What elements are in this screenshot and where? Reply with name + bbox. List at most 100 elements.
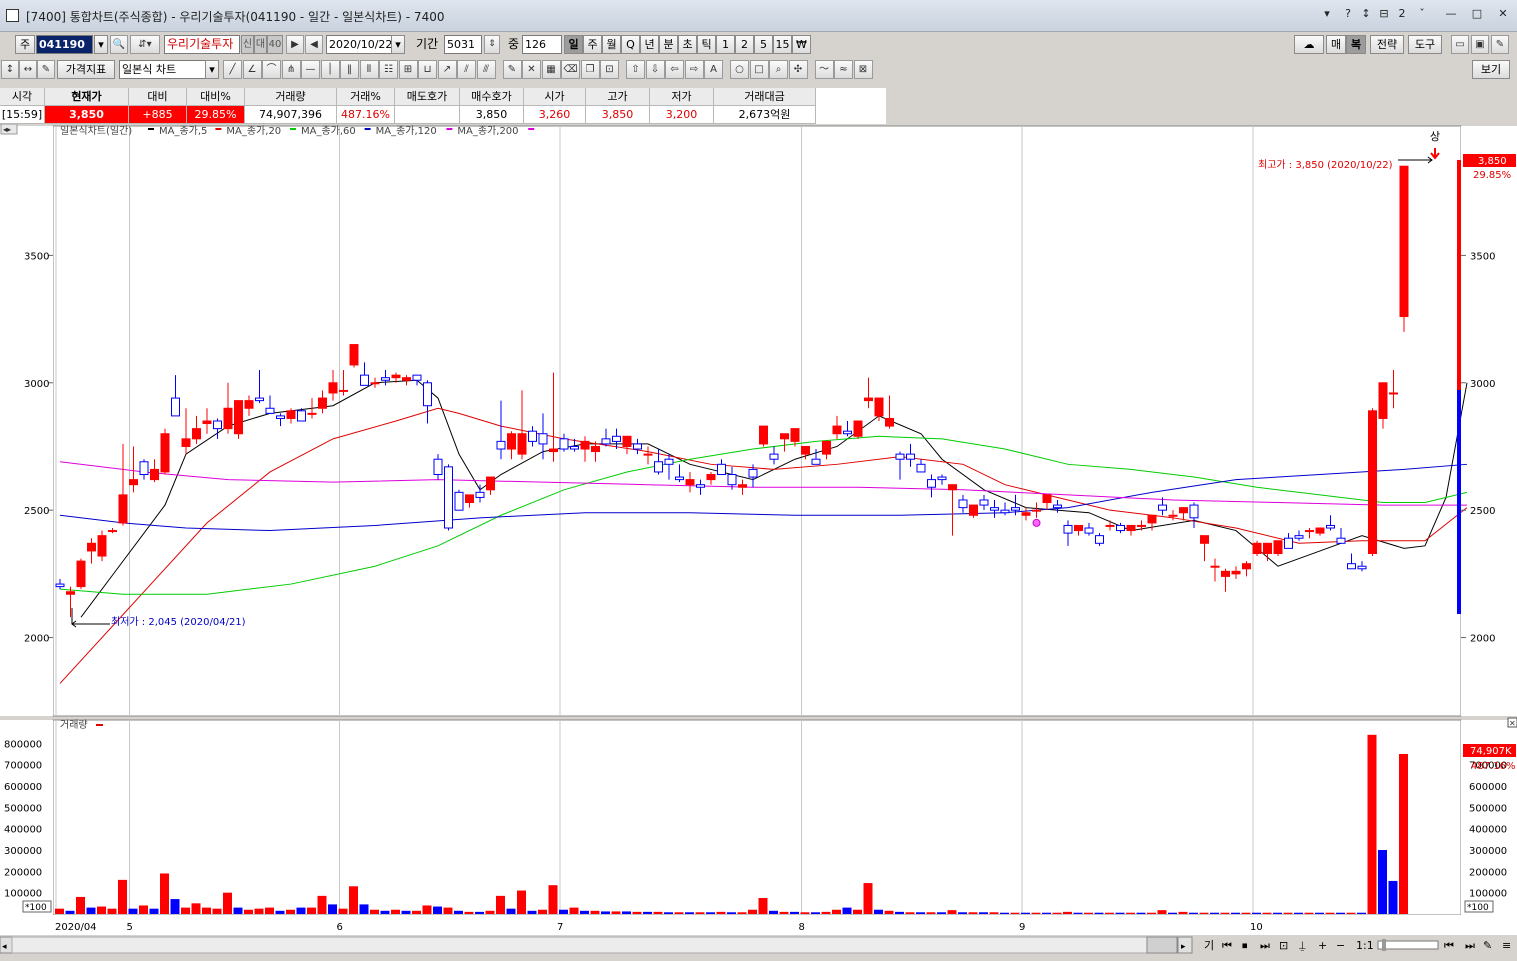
vertical-arrows-icon[interactable]: ↕ <box>1 60 19 79</box>
candle-17[interactable] <box>234 400 243 439</box>
volume-bar-50[interactable] <box>580 910 589 914</box>
next-arrow-icon[interactable]: ▶ <box>286 35 304 54</box>
volume-bar-90[interactable] <box>1000 912 1009 914</box>
draw-tool-vline-icon[interactable]: │ <box>320 60 340 79</box>
volume-bar-31[interactable] <box>380 910 390 914</box>
date-input[interactable]: 2020/10/22 <box>326 35 392 54</box>
volume-bar-43[interactable] <box>506 908 516 914</box>
wrench-icon[interactable]: ✎ <box>1491 35 1509 54</box>
volume-bar-111[interactable] <box>1220 912 1230 914</box>
volume-bar-11[interactable] <box>170 899 180 914</box>
open-folder-icon[interactable]: ▭ <box>1451 35 1469 54</box>
volume-bar-73[interactable] <box>821 911 831 914</box>
volume-bar-126[interactable] <box>1378 850 1387 914</box>
draw-tool-copy-icon[interactable]: ❐ <box>580 60 600 79</box>
prev-arrow-icon[interactable]: ◀ <box>305 35 323 54</box>
period-spin-icon[interactable]: ⇕ <box>484 35 500 54</box>
volume-bar-120[interactable] <box>1315 912 1324 914</box>
volume-bar-69[interactable] <box>779 911 789 914</box>
volume-bar-124[interactable] <box>1357 912 1366 914</box>
volume-bar-28[interactable] <box>349 886 358 914</box>
volume-bar-54[interactable] <box>622 911 631 914</box>
volume-bar-48[interactable] <box>559 909 568 914</box>
interval-button-12[interactable]: ₩ <box>792 35 811 54</box>
horizontal-arrows-icon[interactable]: ↔ <box>19 60 37 79</box>
horizontal-scroll-track[interactable] <box>11 936 1148 954</box>
bottom-control-zoom-out-icon[interactable]: − <box>1336 939 1345 952</box>
close-button[interactable]: ✕ <box>1496 7 1510 21</box>
volume-bar-37[interactable] <box>443 907 453 914</box>
interval-button-4[interactable]: 년 <box>640 35 659 54</box>
search-icon[interactable]: 🔍 <box>110 35 128 54</box>
volume-bar-64[interactable] <box>727 912 736 914</box>
date-dropdown-icon[interactable]: ▾ <box>391 35 405 54</box>
volume-bar-42[interactable] <box>496 895 505 914</box>
draw-tool-rect-icon[interactable]: □ <box>749 60 769 79</box>
cloud-icon[interactable]: ☁ <box>1294 35 1324 54</box>
volume-bar-104[interactable] <box>1147 912 1156 914</box>
volume-bar-79[interactable] <box>884 910 894 914</box>
volume-bar-4[interactable] <box>97 906 106 914</box>
save-icon[interactable]: ▣ <box>1471 35 1489 54</box>
market-kind-button[interactable]: 주 <box>15 35 35 54</box>
volume-bar-106[interactable] <box>1168 912 1177 914</box>
bottom-control-fit-icon[interactable]: ⊡ <box>1279 939 1288 952</box>
draw-tool-down-icon[interactable]: ⇩ <box>645 60 665 79</box>
menu-dropdown-icon[interactable]: ▾ <box>1320 7 1334 21</box>
volume-bar-115[interactable] <box>1262 912 1272 914</box>
volume-bar-32[interactable] <box>391 909 400 914</box>
candle-116[interactable] <box>1273 540 1283 557</box>
volume-bar-16[interactable] <box>223 892 232 914</box>
volume-bar-102[interactable] <box>1126 912 1135 914</box>
draw-tool-parallel-icon[interactable]: ⫻ <box>476 60 496 79</box>
volume-bar-27[interactable] <box>338 908 348 914</box>
volume-bar-60[interactable] <box>685 912 694 914</box>
volume-bar-89[interactable] <box>989 912 999 914</box>
interval-button-1[interactable]: 주 <box>583 35 602 54</box>
volume-bar-122[interactable] <box>1336 912 1345 914</box>
volume-bar-94[interactable] <box>1042 912 1051 914</box>
bottom-control-layout-icon[interactable]: ⍊ <box>1299 939 1306 952</box>
volume-bar-113[interactable] <box>1241 912 1251 914</box>
volume-bar-107[interactable] <box>1178 911 1188 914</box>
draw-tool-hline-icon[interactable]: — <box>301 60 320 79</box>
volume-bar-9[interactable] <box>149 908 159 914</box>
volume-bar-38[interactable] <box>454 910 463 914</box>
volume-bar-77[interactable] <box>863 883 873 914</box>
volume-bar-53[interactable] <box>611 911 621 914</box>
interval-button-11[interactable]: 15 <box>773 35 792 54</box>
volume-bar-114[interactable] <box>1252 912 1261 914</box>
interval-button-6[interactable]: 초 <box>678 35 697 54</box>
volume-bar-59[interactable] <box>674 912 684 914</box>
volume-bar-49[interactable] <box>569 907 579 914</box>
volume-bar-66[interactable] <box>748 909 757 914</box>
volume-bar-99[interactable] <box>1094 912 1104 914</box>
draw-tool-magnify-icon[interactable]: ✣ <box>788 60 808 79</box>
bottom-control-last-icon[interactable]: ⏭ <box>1260 939 1270 952</box>
draw-tool-eraser-icon[interactable]: ⌫ <box>561 60 580 79</box>
volume-bar-7[interactable] <box>128 908 138 914</box>
volume-bar-121[interactable] <box>1325 912 1335 914</box>
help-icon[interactable]: ? <box>1341 7 1355 21</box>
draw-tool-text-icon[interactable]: A <box>704 60 723 79</box>
tools-button[interactable]: 도구 <box>1408 35 1442 54</box>
volume-bar-100[interactable] <box>1105 912 1114 914</box>
draw-tool-arc-icon[interactable]: ⌒ <box>262 60 281 79</box>
volume-bar-17[interactable] <box>233 907 243 914</box>
candle-67[interactable] <box>759 425 768 447</box>
period-input[interactable]: 5031 <box>444 35 482 54</box>
volume-bar-46[interactable] <box>538 909 547 914</box>
draw-tool-left-icon[interactable]: ⇦ <box>665 60 684 79</box>
volume-bar-71[interactable] <box>800 912 810 914</box>
draw-tool-export-icon[interactable]: ⊠ <box>853 60 873 79</box>
volume-bar-58[interactable] <box>664 912 673 914</box>
interval-button-5[interactable]: 분 <box>659 35 678 54</box>
volume-bar-36[interactable] <box>433 906 442 914</box>
volume-bar-76[interactable] <box>853 909 862 914</box>
edit-icon[interactable]: ✎ <box>37 60 55 79</box>
volume-bar-85[interactable] <box>947 910 957 914</box>
volume-bar-75[interactable] <box>842 907 852 914</box>
interval-button-7[interactable]: 틱 <box>697 35 716 54</box>
volume-bar-105[interactable] <box>1157 910 1167 914</box>
bottom-control-menu-icon[interactable]: ≡ <box>1502 939 1511 952</box>
